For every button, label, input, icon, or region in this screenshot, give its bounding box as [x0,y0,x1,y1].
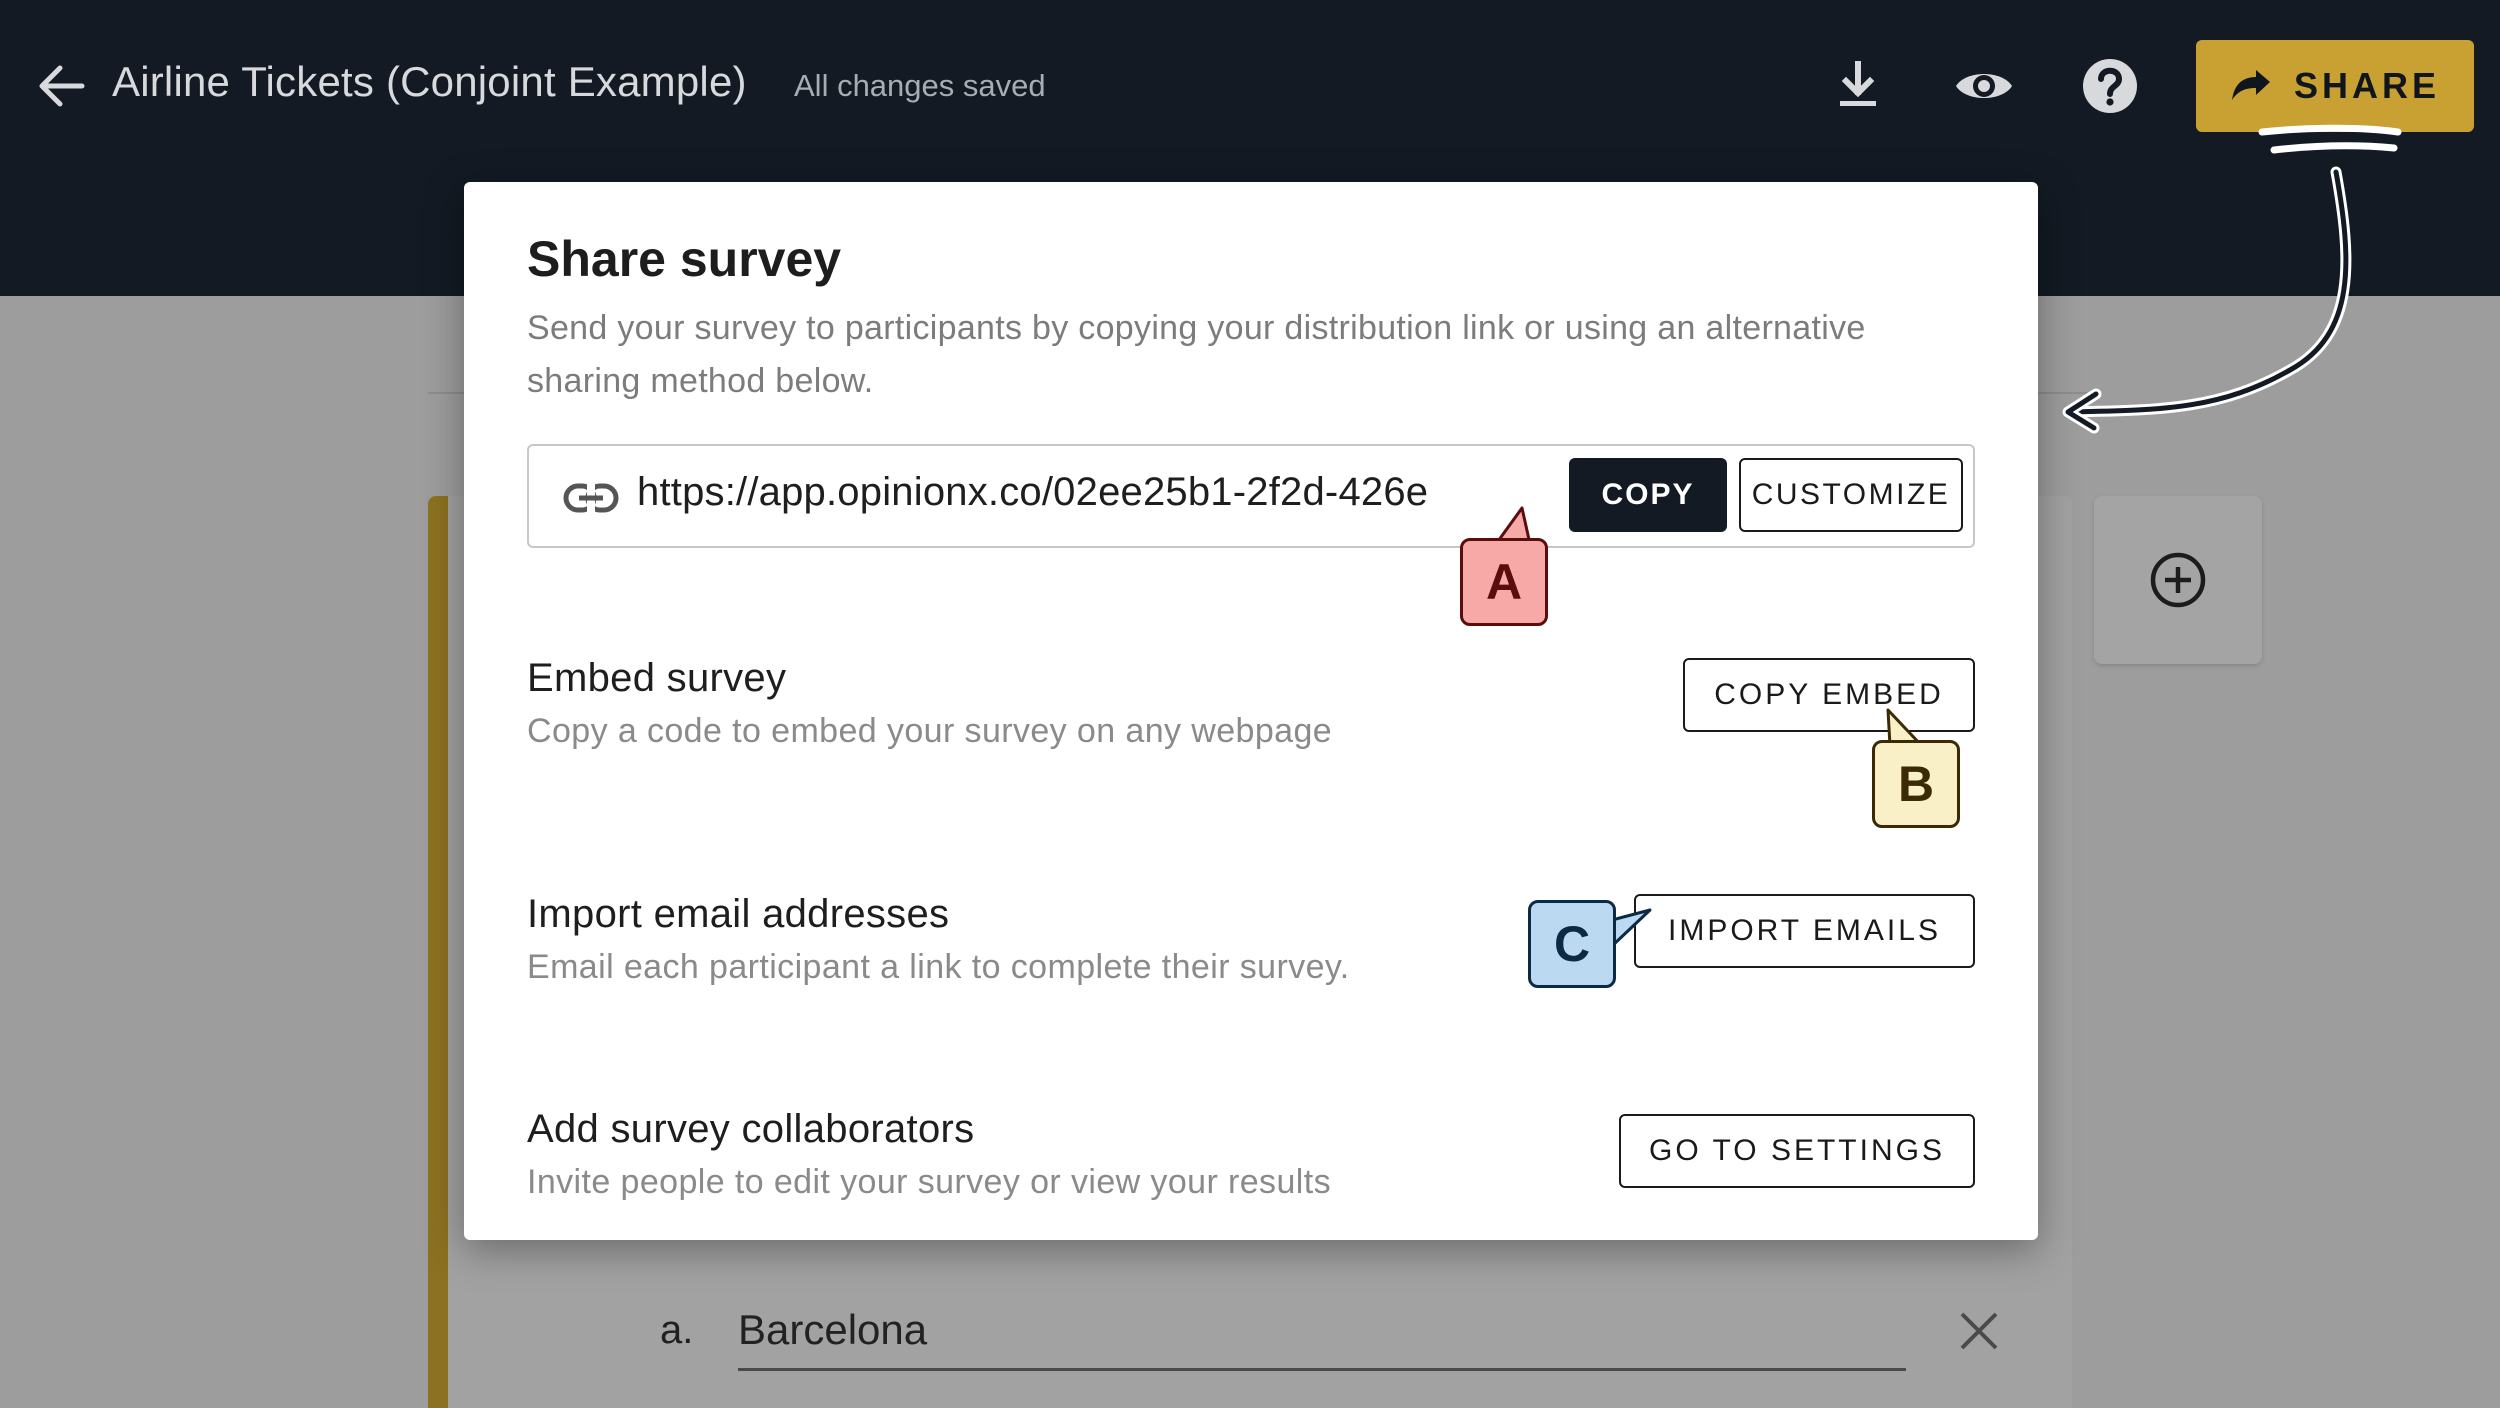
embed-section-title: Embed survey [527,656,787,700]
callout-c-pointer [1606,908,1652,950]
dialog-title: Share survey [527,231,842,287]
screen: Airline Tickets (Conjoint Example) All c… [0,0,2500,1408]
share-button[interactable]: SHARE [2196,40,2474,132]
option-letter: a. [660,1308,694,1352]
option-input-underline [738,1368,1906,1371]
import-section-title: Import email addresses [527,892,950,936]
share-button-label: SHARE [2293,65,2441,106]
distribution-link-url[interactable]: https://app.opinionx.co/02ee25b1-2f2d-42… [637,470,1503,515]
callout-a: A [1460,538,1548,626]
share-survey-dialog: Share survey Send your survey to partici… [464,182,2038,1240]
copy-link-button[interactable]: COPY [1569,458,1727,532]
close-icon[interactable] [1958,1310,2000,1352]
import-section-subtitle: Email each participant a link to complet… [527,948,1350,986]
add-circle-icon [2150,552,2206,608]
share-arrow-icon [2231,70,2270,100]
callout-b: B [1872,740,1960,828]
callout-c: C [1528,900,1616,988]
collaborators-section-title: Add survey collaborators [527,1107,975,1151]
import-emails-button[interactable]: IMPORT EMAILS [1634,894,1975,968]
help-circle-icon[interactable] [2078,54,2142,118]
embed-section-subtitle: Copy a code to embed your survey on any … [527,712,1333,750]
option-input[interactable]: Barcelona [738,1306,927,1354]
link-icon [563,482,619,514]
go-to-settings-button[interactable]: GO TO SETTINGS [1619,1114,1975,1188]
survey-title[interactable]: Airline Tickets (Conjoint Example) [112,58,747,106]
save-status: All changes saved [794,68,1046,103]
eye-icon[interactable] [1952,54,2016,118]
add-question-button[interactable] [2094,496,2262,664]
customize-link-button[interactable]: CUSTOMIZE [1739,458,1963,532]
collaborators-section-subtitle: Invite people to edit your survey or vie… [527,1163,1331,1201]
download-icon[interactable] [1826,54,1890,118]
distribution-link-field[interactable]: https://app.opinionx.co/02ee25b1-2f2d-42… [527,444,1975,548]
dialog-description: Send your survey to participants by copy… [527,309,1866,400]
arrow-left-icon[interactable] [36,64,86,108]
